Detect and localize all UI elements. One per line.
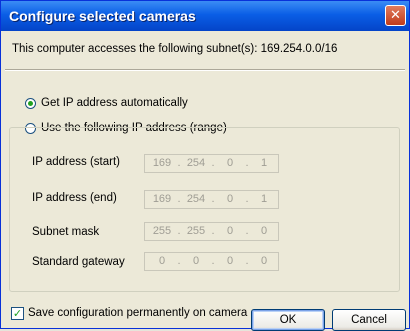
octet-separator: . (177, 193, 181, 205)
subnet-mask-octet-3: 0 (226, 225, 234, 237)
subnet-mask-label: Subnet mask (32, 226, 100, 238)
gateway-octet-2: 0 (192, 255, 200, 267)
checkmark-icon: ✓ (12, 307, 23, 320)
close-button[interactable]: ✕ (385, 5, 406, 26)
ip-end-label: IP address (end) (32, 192, 117, 204)
dialog-body: This computer accesses the following sub… (1, 31, 409, 331)
subnet-mask-octet-2: 255 (186, 225, 206, 237)
octet-separator: . (245, 157, 249, 169)
octet-separator: . (245, 225, 249, 237)
ok-button[interactable]: OK (251, 309, 325, 331)
separator (5, 69, 405, 71)
dialog-title: Configure selected cameras (9, 8, 196, 24)
radio-auto-ip-label[interactable]: Get IP address automatically (41, 97, 188, 109)
ip-end-octet-3: 0 (226, 193, 234, 205)
gateway-input[interactable]: 0 . 0 . 0 . 0 (144, 252, 279, 271)
octet-separator: . (211, 193, 215, 205)
gateway-octet-1: 0 (158, 255, 166, 267)
radio-selected-dot (28, 101, 33, 106)
subnet-mask-input[interactable]: 255 . 255 . 0 . 0 (144, 222, 279, 241)
octet-separator: . (245, 193, 249, 205)
close-icon: ✕ (390, 8, 401, 23)
subnet-info-text: This computer accesses the following sub… (12, 43, 338, 55)
radio-auto-ip[interactable] (25, 98, 36, 109)
octet-separator: . (177, 255, 181, 267)
save-config-checkbox[interactable]: ✓ (11, 307, 24, 320)
title-bar[interactable]: Configure selected cameras ✕ (1, 1, 409, 31)
octet-separator: . (245, 255, 249, 267)
save-config-label[interactable]: Save configuration permanently on camera (28, 307, 247, 319)
ip-start-octet-4: 1 (260, 157, 268, 169)
gateway-octet-3: 0 (226, 255, 234, 267)
ip-start-input[interactable]: 169 . 254 . 0 . 1 (144, 154, 279, 173)
octet-separator: . (177, 225, 181, 237)
ip-start-octet-2: 254 (186, 157, 206, 169)
ip-start-label: IP address (start) (32, 156, 120, 168)
octet-separator: . (177, 157, 181, 169)
ip-end-octet-2: 254 (186, 193, 206, 205)
cancel-button[interactable]: Cancel (332, 309, 406, 331)
octet-separator: . (211, 225, 215, 237)
ip-end-octet-4: 1 (260, 193, 268, 205)
gateway-label: Standard gateway (32, 256, 125, 268)
ip-end-input[interactable]: 169 . 254 . 0 . 1 (144, 190, 279, 209)
subnet-mask-octet-4: 0 (260, 225, 268, 237)
octet-separator: . (211, 255, 215, 267)
ip-start-octet-1: 169 (152, 157, 172, 169)
ip-start-octet-3: 0 (226, 157, 234, 169)
octet-separator: . (211, 157, 215, 169)
ip-end-octet-1: 169 (152, 193, 172, 205)
subnet-mask-octet-1: 255 (152, 225, 172, 237)
gateway-octet-4: 0 (260, 255, 268, 267)
configure-cameras-dialog: Configure selected cameras ✕ This comput… (0, 0, 410, 331)
